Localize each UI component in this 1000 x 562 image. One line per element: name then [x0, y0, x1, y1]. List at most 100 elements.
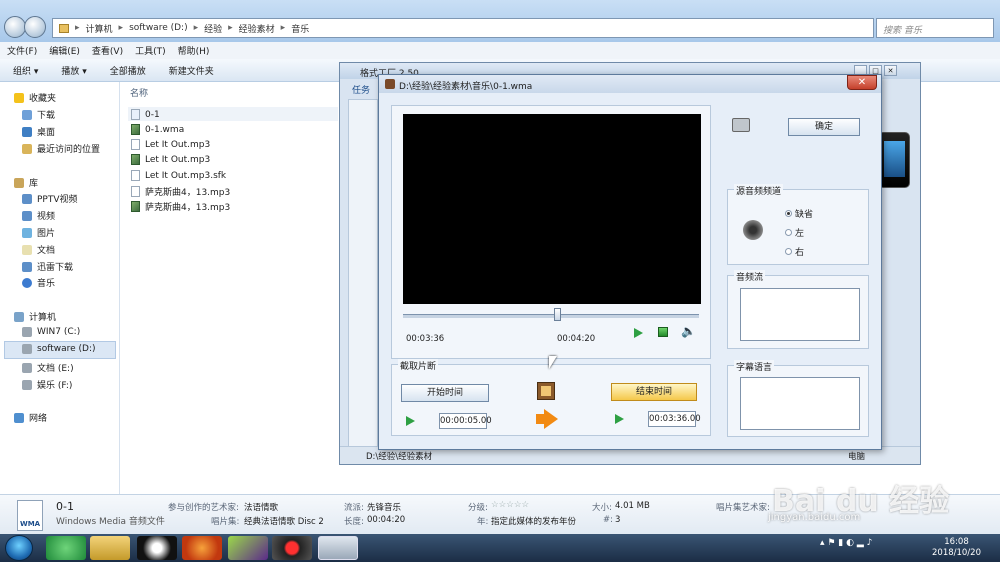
back-button[interactable] [4, 16, 26, 38]
taskbar-explorer-icon[interactable] [90, 536, 130, 560]
file-item[interactable]: 萨克斯曲4，13.mp3 [131, 200, 230, 213]
breadcrumb-music[interactable]: 音乐 [291, 22, 309, 35]
nav-item-desktop[interactable]: 桌面 [22, 125, 55, 138]
nav-libraries[interactable]: 库 [14, 176, 38, 189]
media-file-icon [131, 124, 140, 135]
computer-icon [14, 311, 24, 322]
subtitle-list[interactable] [740, 377, 860, 430]
audio-stream-list[interactable] [740, 288, 860, 341]
volume-icon[interactable]: 🔈 [681, 324, 696, 338]
nav-label: 图片 [37, 229, 56, 239]
channel-right-radio[interactable]: 右 [785, 245, 804, 258]
genre-value[interactable]: 先锋音乐 [367, 501, 401, 513]
taskbar-clock[interactable]: 16:08 2018/10/20 [932, 537, 981, 559]
address-bar[interactable]: ▸ 计算机 ▸ software (D:) ▸ 经验 ▸ 经验素材 ▸ 音乐 [52, 18, 874, 38]
nav-label: 下载 [37, 111, 56, 121]
file-item[interactable]: 0-1.wma [131, 124, 184, 135]
file-item[interactable]: 0-1 [131, 109, 160, 120]
nav-item-documents[interactable]: 文档 [22, 243, 55, 256]
file-name: 萨克斯曲4，13.mp3 [145, 188, 231, 198]
nav-label: 网络 [29, 414, 48, 424]
end-time-field[interactable]: 00:03:36.00 [648, 411, 701, 427]
nav-item-recent[interactable]: 最近访问的位置 [22, 142, 100, 155]
nav-network[interactable]: 网络 [14, 411, 47, 424]
taskbar-format-factory-icon[interactable] [318, 536, 358, 560]
taskbar-media-icon[interactable] [228, 536, 268, 560]
play-button[interactable]: 播放 ▾ [61, 64, 86, 77]
breadcrumb-material[interactable]: 经验素材 [239, 22, 275, 35]
rating-stars[interactable]: ☆☆☆☆☆ [491, 500, 529, 510]
column-header-name[interactable]: 名称 [130, 86, 148, 99]
taskbar-app-360-icon[interactable] [46, 536, 86, 560]
dialog-titlebar: D:\经验\经验素材\音乐\0-1.wma [379, 75, 881, 93]
play-icon[interactable] [634, 328, 643, 338]
nav-favorites[interactable]: 收藏夹 [14, 91, 56, 104]
file-item[interactable]: Let It Out.mp3 [131, 154, 210, 165]
nav-item-thunder[interactable]: 迅雷下载 [22, 260, 73, 273]
breadcrumb-computer[interactable]: 计算机 [86, 22, 113, 35]
channel-left-radio[interactable]: 左 [785, 226, 804, 239]
nav-item-drive-c[interactable]: WIN7 (C:) [22, 327, 80, 337]
speaker-icon [743, 220, 763, 240]
new-folder-button[interactable]: 新建文件夹 [169, 64, 214, 77]
clip-dialog: D:\经验\经验素材\音乐\0-1.wma ✕ 00:03:36 00:04:2… [378, 74, 882, 450]
clip-group-label: 截取片断 [398, 359, 439, 372]
nav-label: 最近访问的位置 [37, 145, 101, 155]
end-time-button[interactable]: 结束时间 [611, 383, 697, 401]
menu-help[interactable]: 帮助(H) [178, 44, 210, 57]
taskbar-record-icon[interactable] [272, 536, 312, 560]
menu-bar: 文件(F) 编辑(E) 查看(V) 工具(T) 帮助(H) [0, 42, 1000, 59]
play-all-button[interactable]: 全部播放 [110, 64, 146, 77]
file-item[interactable]: 萨克斯曲4，13.mp3 [131, 185, 230, 198]
seek-slider-thumb[interactable] [554, 308, 561, 321]
nav-item-videos[interactable]: 视频 [22, 209, 55, 222]
details-file-name: 0-1 [56, 500, 74, 513]
nav-item-drive-e[interactable]: 文档 (E:) [22, 361, 74, 374]
nav-computer[interactable]: 计算机 [14, 310, 56, 323]
file-item[interactable]: Let It Out.mp3 [131, 139, 210, 150]
tab-tasks[interactable]: 任务 [352, 83, 370, 96]
baidu-watermark-url: jingyan.baidu.com [768, 512, 861, 523]
menu-file[interactable]: 文件(F) [7, 44, 37, 57]
pictures-icon [22, 227, 32, 238]
start-time-field[interactable]: 00:00:05.00 [439, 413, 492, 429]
menu-view[interactable]: 查看(V) [92, 44, 123, 57]
nav-item-downloads[interactable]: 下载 [22, 108, 55, 121]
file-item[interactable]: Let It Out.mp3.sfk [131, 170, 226, 181]
forward-button[interactable] [24, 16, 46, 38]
year-value[interactable]: 指定此媒体的发布年份 [491, 515, 576, 527]
organize-button[interactable]: 组织 ▾ [13, 64, 38, 77]
play-from-start-icon[interactable] [406, 416, 415, 426]
nav-label: 文档 [37, 246, 56, 256]
play-to-end-icon[interactable] [615, 414, 624, 424]
nav-item-drive-f[interactable]: 娱乐 (F:) [22, 378, 72, 391]
start-button[interactable] [5, 535, 33, 561]
nav-item-music[interactable]: 音乐 [22, 276, 55, 289]
ok-button[interactable]: 确定 [788, 118, 860, 136]
seek-slider[interactable] [403, 314, 699, 318]
start-time-button[interactable]: 开始时间 [401, 384, 489, 402]
radio-label: 缺省 [795, 210, 814, 220]
taskbar-firefox-icon[interactable] [182, 536, 222, 560]
taskbar-qq-icon[interactable] [137, 536, 177, 560]
system-tray[interactable]: ▴ ⚑ ▮ ◐ ▂ ♪ [820, 538, 872, 548]
nav-item-drive-d[interactable]: software (D:) [22, 344, 96, 354]
breadcrumb-jingyan[interactable]: 经验 [204, 22, 222, 35]
artist-value[interactable]: 法语情歌 [244, 501, 278, 513]
close-button[interactable]: ✕ [884, 65, 897, 76]
menu-edit[interactable]: 编辑(E) [49, 44, 80, 57]
stop-icon[interactable] [658, 327, 668, 337]
breadcrumb-drive[interactable]: software (D:) [129, 23, 188, 33]
nav-item-pictures[interactable]: 图片 [22, 226, 55, 239]
track-value[interactable]: 3 [615, 515, 620, 525]
menu-tools[interactable]: 工具(T) [135, 44, 166, 57]
channel-default-radio[interactable]: 缺省 [785, 207, 813, 220]
track-label: #: [603, 515, 613, 525]
media-file-icon [131, 201, 140, 212]
nav-item-pptv[interactable]: PPTV视频 [22, 192, 78, 205]
search-input[interactable]: 搜索 音乐 [876, 18, 994, 38]
dialog-close-button[interactable]: ✕ [847, 75, 877, 90]
album-value[interactable]: 经典法语情歌 Disc 2 [244, 515, 324, 527]
camera-icon[interactable] [732, 118, 750, 132]
nav-label: WIN7 (C:) [37, 327, 81, 337]
